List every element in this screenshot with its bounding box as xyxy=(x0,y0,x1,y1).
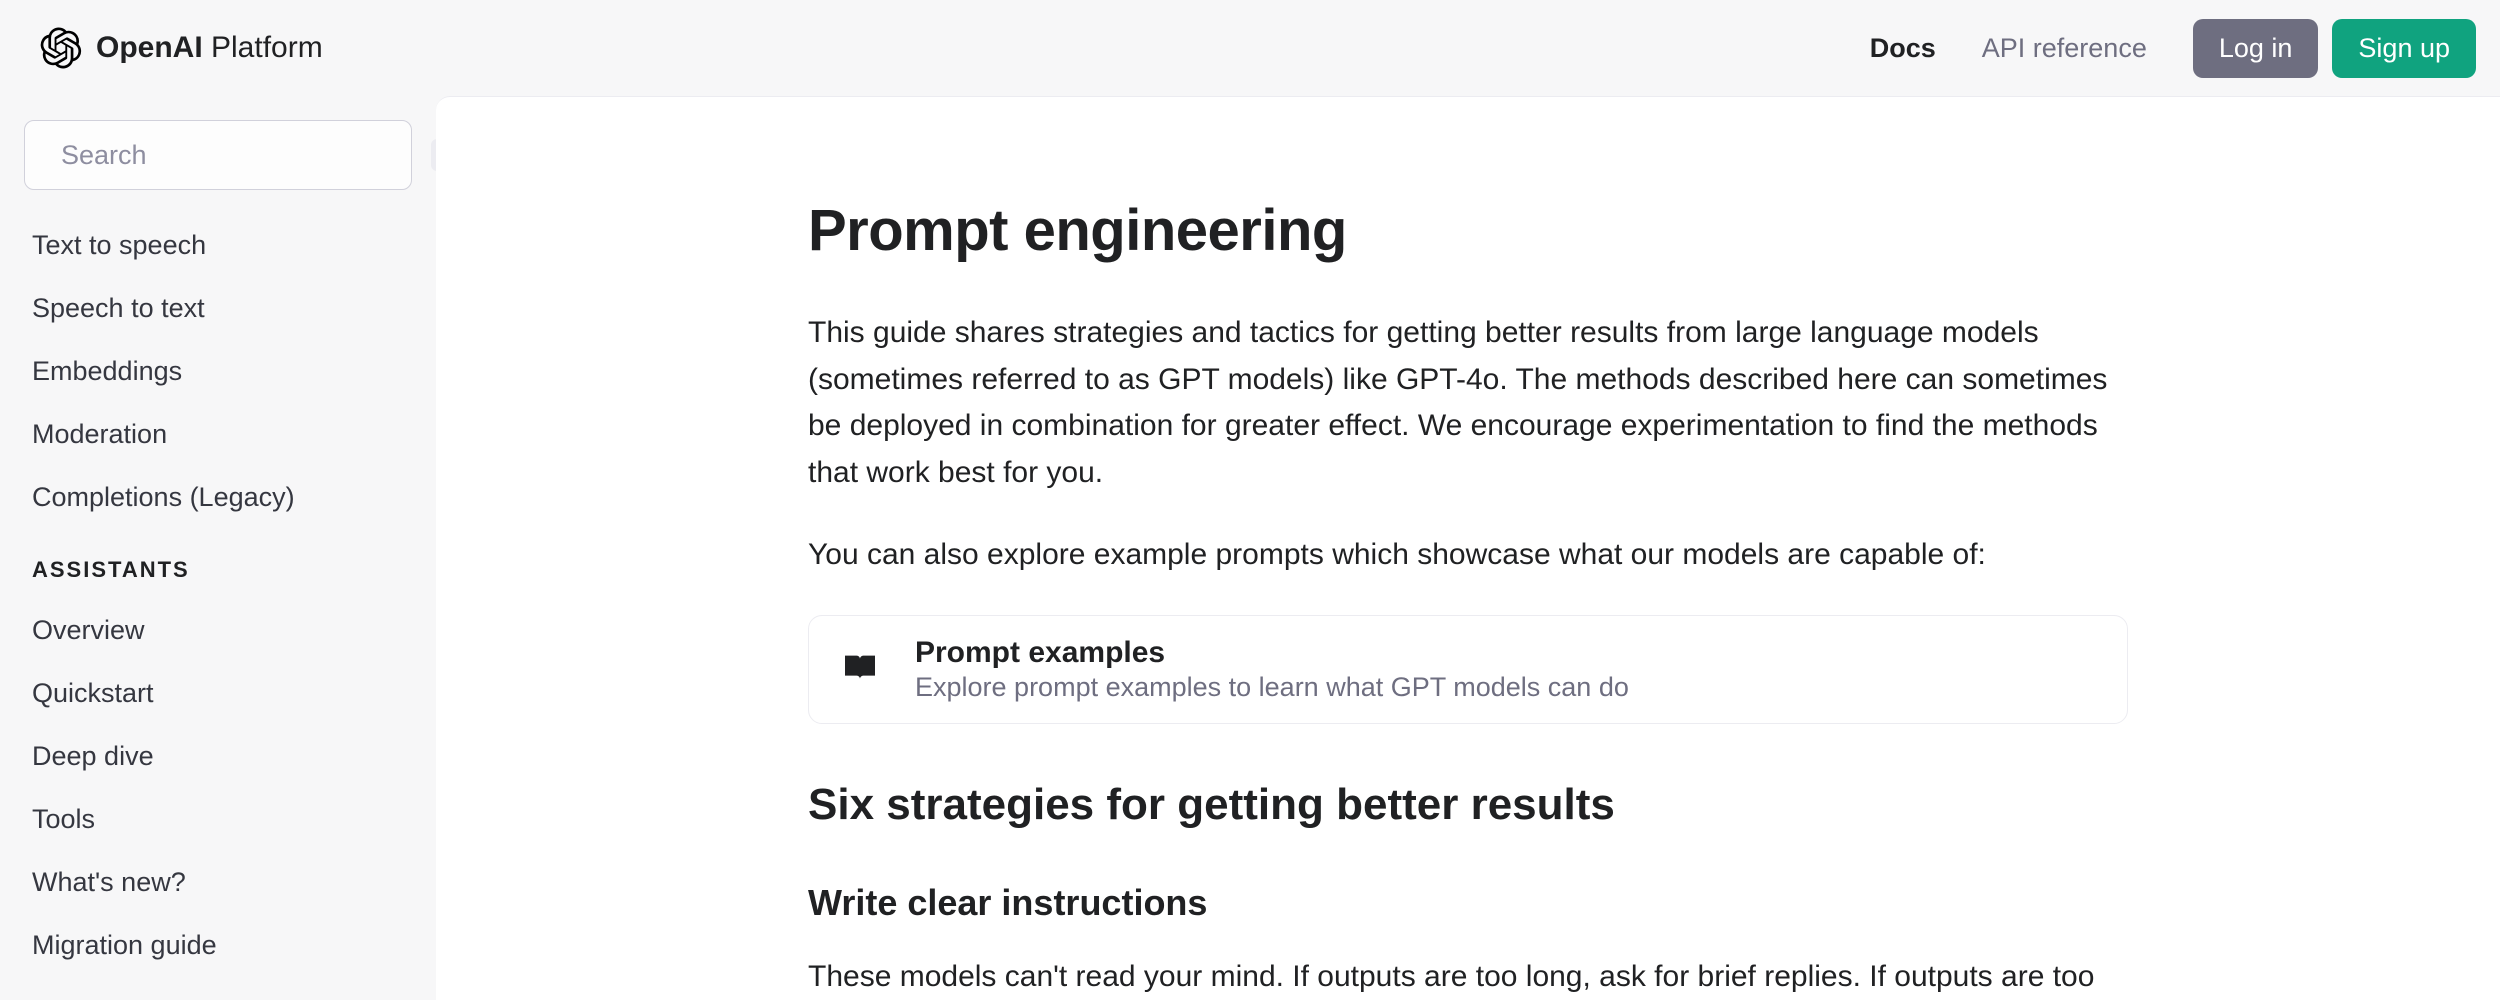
card-subtitle: Explore prompt examples to learn what GP… xyxy=(915,672,1629,703)
sidebar-item-overview[interactable]: Overview xyxy=(24,599,412,662)
sidebar-item-tts[interactable]: Text to speech xyxy=(24,214,412,277)
intro-paragraph-1: This guide shares strategies and tactics… xyxy=(808,310,2128,496)
sidebar-item-moderation[interactable]: Moderation xyxy=(24,403,412,466)
header: OpenAI Platform Docs API reference Log i… xyxy=(0,0,2500,96)
sidebar-item-quickstart[interactable]: Quickstart xyxy=(24,662,412,725)
brand[interactable]: OpenAI Platform xyxy=(40,27,323,69)
page-title: Prompt engineering xyxy=(808,197,2128,264)
sidebar-item-completions[interactable]: Completions (Legacy) xyxy=(24,466,412,529)
sidebar: ⌘ K Text to speech Speech to text Embedd… xyxy=(0,96,436,1000)
sidebar-item-tools[interactable]: Tools xyxy=(24,788,412,851)
header-buttons: Log in Sign up xyxy=(2193,19,2476,78)
sidebar-item-whats-new[interactable]: What's new? xyxy=(24,851,412,914)
sidebar-item-migration[interactable]: Migration guide xyxy=(24,914,412,977)
signup-button[interactable]: Sign up xyxy=(2332,19,2476,78)
content: Prompt engineering This guide shares str… xyxy=(436,96,2500,1000)
sidebar-item-embeddings[interactable]: Embeddings xyxy=(24,340,412,403)
sidebar-item-stt[interactable]: Speech to text xyxy=(24,277,412,340)
prompt-examples-card[interactable]: Prompt examples Explore prompt examples … xyxy=(808,615,2128,724)
write-clear-instructions-heading: Write clear instructions xyxy=(808,882,2128,924)
nav-api-reference[interactable]: API reference xyxy=(1982,33,2147,64)
six-strategies-heading: Six strategies for getting better result… xyxy=(808,780,2128,830)
header-right: Docs API reference Log in Sign up xyxy=(1870,19,2476,78)
login-button[interactable]: Log in xyxy=(2193,19,2319,78)
intro-paragraph-2: You can also explore example prompts whi… xyxy=(808,532,2128,579)
search-box[interactable]: ⌘ K xyxy=(24,120,412,190)
book-icon xyxy=(837,646,883,692)
sidebar-section-assistants: ASSISTANTS xyxy=(24,529,412,599)
card-title: Prompt examples xyxy=(915,636,1629,670)
brand-text: OpenAI Platform xyxy=(96,31,323,65)
sidebar-item-deep-dive[interactable]: Deep dive xyxy=(24,725,412,788)
nav-docs[interactable]: Docs xyxy=(1870,33,1936,64)
search-input[interactable] xyxy=(61,140,415,171)
write-clear-instructions-body: These models can't read your mind. If ou… xyxy=(808,954,2128,1000)
openai-logo-icon xyxy=(40,27,82,69)
